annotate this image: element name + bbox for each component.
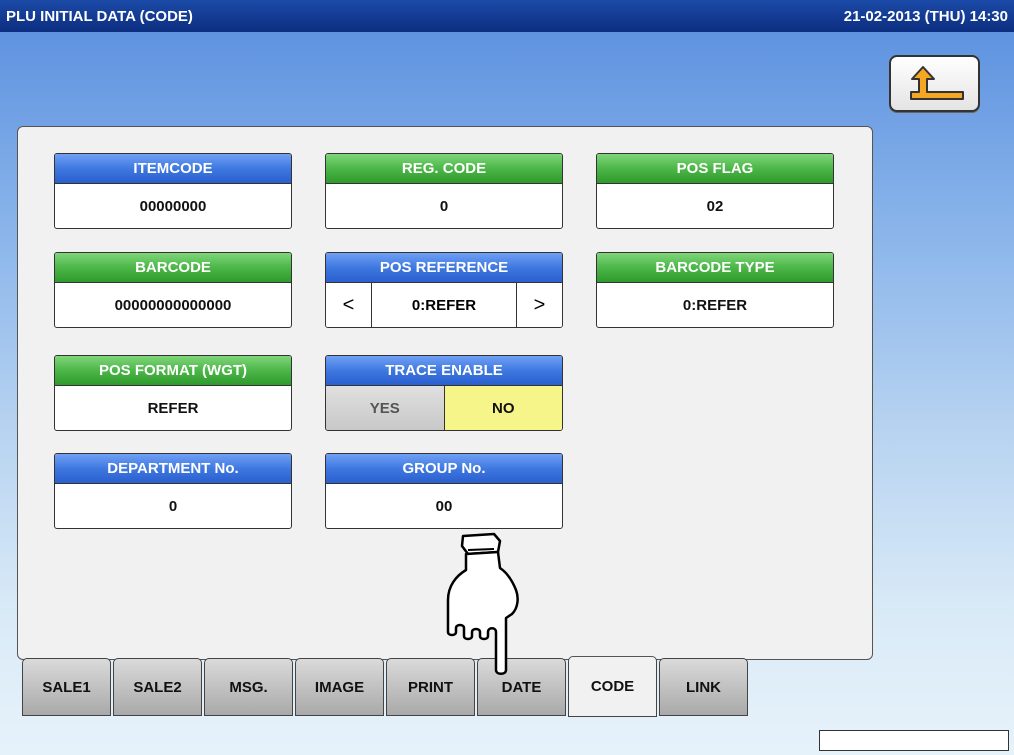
pos-format-field[interactable]: POS FORMAT (WGT) REFER <box>54 355 292 431</box>
trace-enable-toggle: YES NO <box>326 386 562 430</box>
tab-msg[interactable]: MSG. <box>204 658 293 716</box>
pointing-hand-icon <box>446 532 519 675</box>
pos-reference-field: POS REFERENCE < 0:REFER > <box>325 252 563 328</box>
itemcode-label: ITEMCODE <box>55 154 291 184</box>
status-box <box>819 730 1009 751</box>
group-value: 00 <box>435 497 453 515</box>
pos-reference-label: POS REFERENCE <box>326 253 562 283</box>
pos-format-label: POS FORMAT (WGT) <box>55 356 291 386</box>
trace-no-button[interactable]: NO <box>444 386 562 430</box>
pos-flag-field[interactable]: POS FLAG 02 <box>596 153 834 229</box>
tab-image[interactable]: IMAGE <box>295 658 384 716</box>
tab-code[interactable]: CODE <box>568 656 657 717</box>
barcode-type-value: 0:REFER <box>682 296 748 314</box>
barcode-label: BARCODE <box>55 253 291 283</box>
department-field[interactable]: DEPARTMENT No. 0 <box>54 453 292 529</box>
pos-reference-value: 0:REFER <box>411 296 477 314</box>
barcode-value: 00000000000000 <box>114 296 232 314</box>
itemcode-value: 00000000 <box>139 197 207 215</box>
itemcode-field[interactable]: ITEMCODE 00000000 <box>54 153 292 229</box>
tab-sale1[interactable]: SALE1 <box>22 658 111 716</box>
prev-option-button[interactable]: < <box>326 283 372 327</box>
reg-code-value: 0 <box>439 197 449 215</box>
trace-enable-label: TRACE ENABLE <box>326 356 562 386</box>
department-value: 0 <box>168 497 178 515</box>
pos-flag-label: POS FLAG <box>597 154 833 184</box>
department-label: DEPARTMENT No. <box>55 454 291 484</box>
title-bar: PLU INITIAL DATA (CODE) 21-02-2013 (THU)… <box>0 0 1014 32</box>
reg-code-label: REG. CODE <box>326 154 562 184</box>
trace-yes-button[interactable]: YES <box>326 386 445 430</box>
barcode-field[interactable]: BARCODE 00000000000000 <box>54 252 292 328</box>
barcode-type-label: BARCODE TYPE <box>597 253 833 283</box>
pos-format-value: REFER <box>147 399 199 417</box>
pos-flag-value: 02 <box>706 197 724 215</box>
tab-link[interactable]: LINK <box>659 658 748 716</box>
next-option-button[interactable]: > <box>516 283 562 327</box>
return-arrow-icon <box>910 66 964 100</box>
back-button[interactable] <box>889 55 980 112</box>
group-label: GROUP No. <box>326 454 562 484</box>
page-title: PLU INITIAL DATA (CODE) <box>6 7 193 25</box>
trace-enable-field: TRACE ENABLE YES NO <box>325 355 563 431</box>
pos-reference-selector: < 0:REFER > <box>326 283 562 327</box>
reg-code-field[interactable]: REG. CODE 0 <box>325 153 563 229</box>
barcode-type-field[interactable]: BARCODE TYPE 0:REFER <box>596 252 834 328</box>
datetime: 21-02-2013 (THU) 14:30 <box>843 7 1008 25</box>
group-field[interactable]: GROUP No. 00 <box>325 453 563 529</box>
tab-sale2[interactable]: SALE2 <box>113 658 202 716</box>
